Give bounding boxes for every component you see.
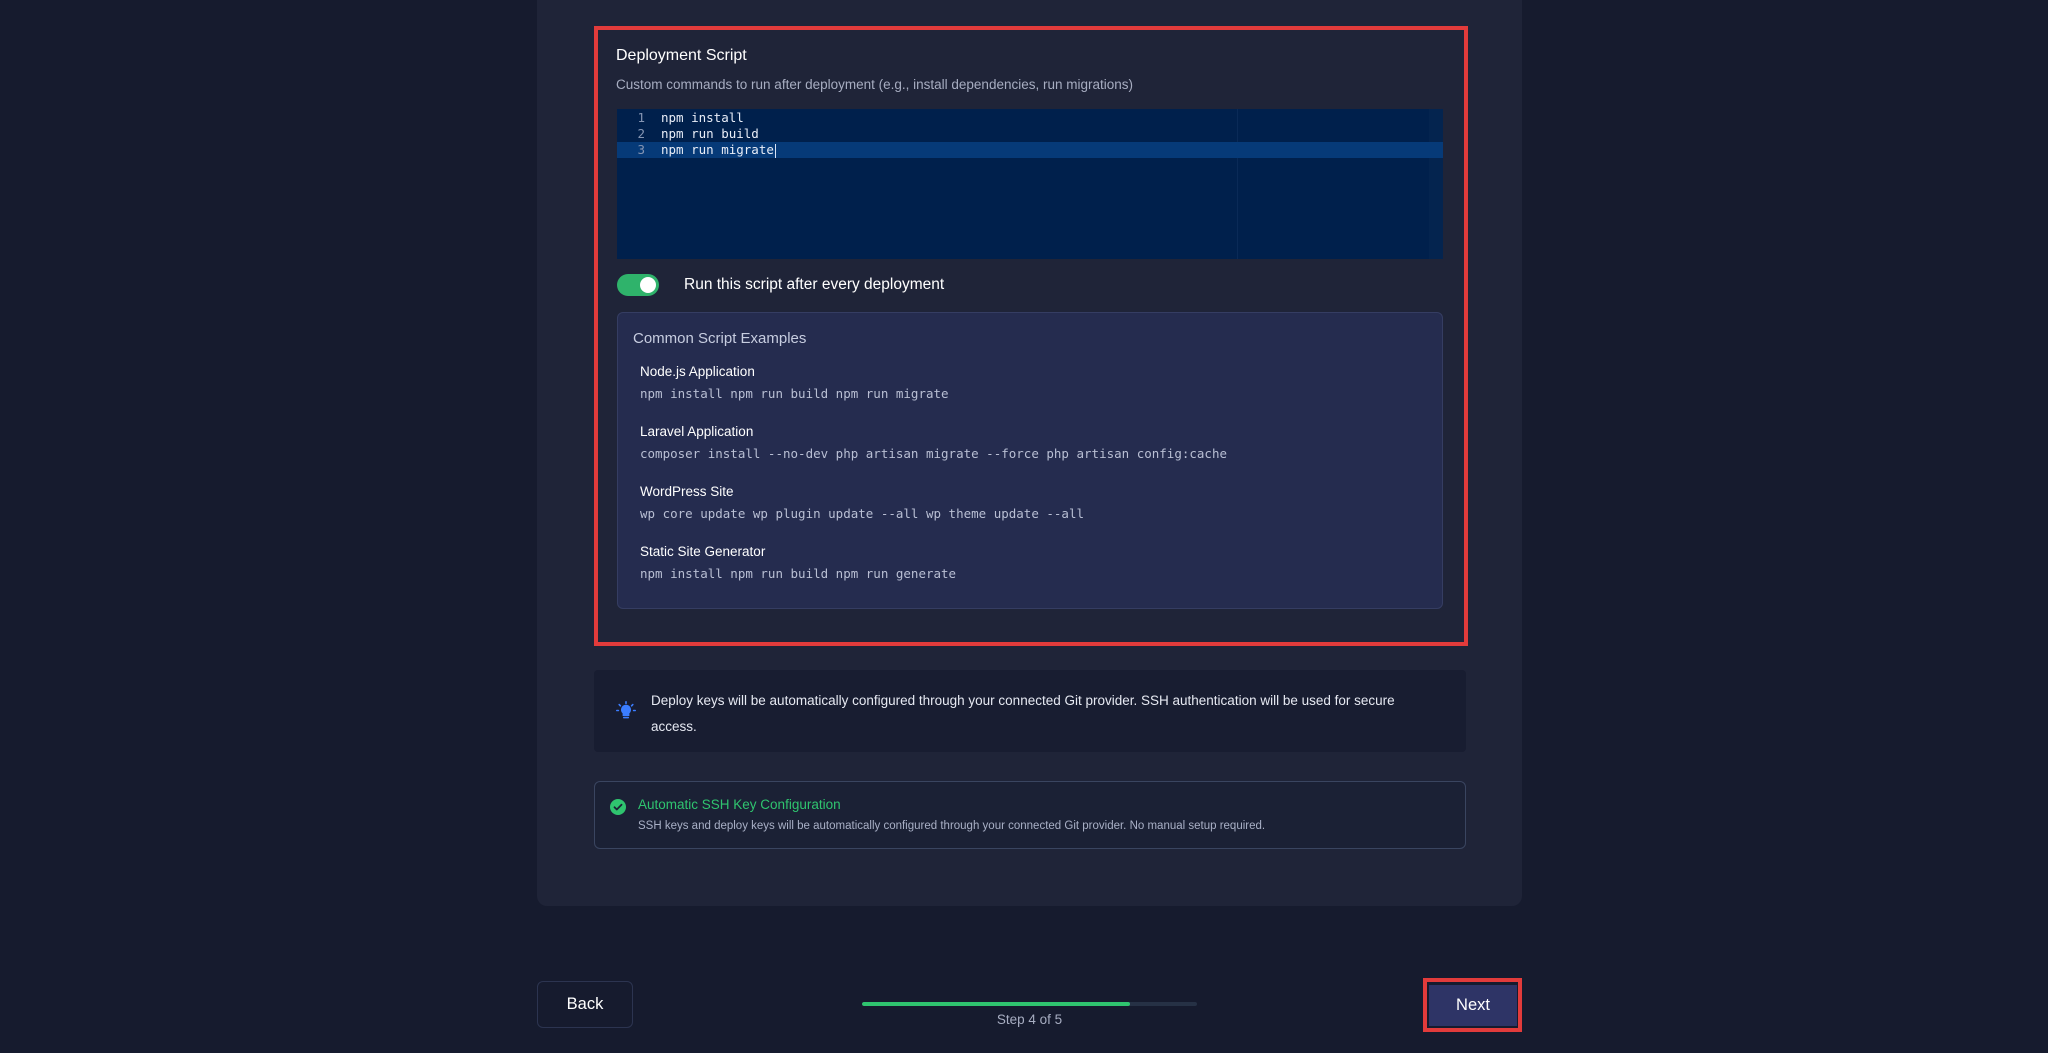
- deployment-script-title: Deployment Script: [616, 47, 747, 64]
- example-item: Static Site Generator npm install npm ru…: [640, 544, 956, 581]
- example-item: Laravel Application composer install --n…: [640, 424, 1227, 461]
- code-line[interactable]: 2 npm run build: [617, 126, 1443, 142]
- check-circle-icon: [610, 799, 626, 820]
- example-name: Static Site Generator: [640, 544, 766, 559]
- code-line[interactable]: 1 npm install: [617, 110, 1443, 126]
- run-after-deploy-toggle[interactable]: [617, 274, 659, 296]
- example-code: npm install npm run build npm run genera…: [640, 566, 957, 581]
- progress-fill: [862, 1002, 1130, 1006]
- text-caret: [774, 143, 776, 158]
- step-progress-bar: [862, 1002, 1197, 1006]
- example-code: composer install --no-dev php artisan mi…: [640, 446, 1227, 461]
- code-text: npm install: [661, 110, 744, 125]
- deployment-script-description: Custom commands to run after deployment …: [616, 77, 1134, 92]
- line-number: 1: [637, 110, 645, 125]
- example-name: Laravel Application: [640, 424, 754, 439]
- script-examples-panel: Common Script Examples Node.js Applicati…: [617, 312, 1443, 609]
- example-code: wp core update wp plugin update --all wp…: [640, 506, 1085, 521]
- code-text: npm run migrate: [661, 142, 774, 157]
- back-button[interactable]: Back: [537, 981, 633, 1028]
- ssh-config-notice: Automatic SSH Key Configuration SSH keys…: [594, 781, 1466, 849]
- code-text: npm run build: [661, 126, 759, 141]
- next-button[interactable]: Next: [1429, 985, 1517, 1026]
- toggle-knob: [640, 277, 656, 293]
- code-text-with-caret: npm run migrate: [661, 142, 776, 158]
- line-number: 2: [637, 126, 645, 141]
- example-name: WordPress Site: [640, 484, 734, 499]
- example-name: Node.js Application: [640, 364, 755, 379]
- example-item: WordPress Site wp core update wp plugin …: [640, 484, 1084, 521]
- script-editor[interactable]: 1 npm install 2 npm run build 3 npm run …: [617, 109, 1443, 259]
- ssh-title: Automatic SSH Key Configuration: [638, 797, 841, 812]
- deploy-keys-info: Deploy keys will be automatically config…: [594, 670, 1466, 752]
- example-code: npm install npm run build npm run migrat…: [640, 386, 949, 401]
- examples-title: Common Script Examples: [633, 330, 807, 347]
- ssh-description: SSH keys and deploy keys will be automat…: [638, 820, 1266, 832]
- example-item: Node.js Application npm install npm run …: [640, 364, 949, 401]
- line-number: 3: [637, 142, 645, 157]
- code-line-active[interactable]: 3 npm run migrate: [617, 142, 1443, 158]
- lightbulb-icon: [616, 701, 637, 726]
- info-text: Deploy keys will be automatically config…: [651, 693, 1395, 734]
- step-indicator: Step 4 of 5: [996, 1012, 1063, 1027]
- run-after-deploy-label: Run this script after every deployment: [684, 276, 945, 293]
